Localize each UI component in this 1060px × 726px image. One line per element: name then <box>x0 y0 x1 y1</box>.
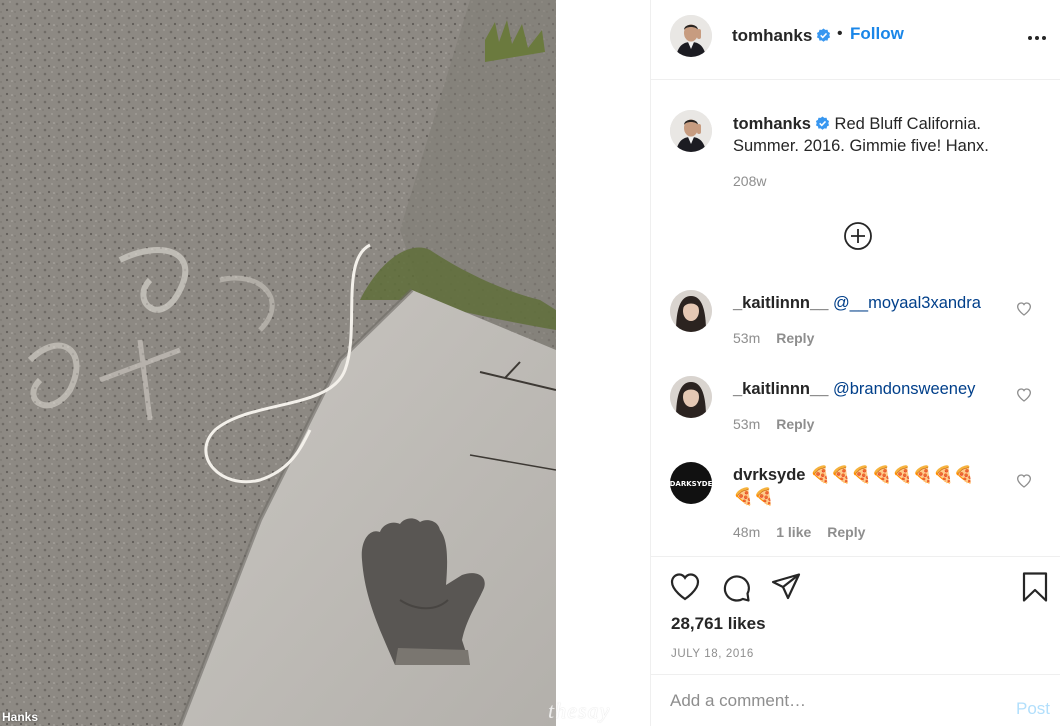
comment-mention[interactable]: @__moyaal3xandra <box>833 294 981 312</box>
comment-heart-icon[interactable] <box>1016 301 1032 317</box>
comment-time[interactable]: 53m <box>733 416 760 432</box>
glove-on-sidewalk-image <box>0 0 556 726</box>
post-photo[interactable]: Hanks <box>0 0 556 726</box>
avatar[interactable]: DARKSYDE <box>670 462 712 504</box>
likes-count[interactable]: 28,761 likes <box>671 614 766 634</box>
comment-time[interactable]: 48m <box>733 524 760 540</box>
comment-time[interactable]: 53m <box>733 330 760 346</box>
header-username-text[interactable]: tomhanks <box>732 26 812 45</box>
caption-timestamp[interactable]: 208w <box>733 173 766 189</box>
post-header: tomhanks • Follow <box>650 0 1060 80</box>
avatar[interactable] <box>670 376 712 418</box>
commenter-photo-icon <box>670 290 712 332</box>
separator-dot: • <box>837 25 843 42</box>
comment-meta: 48m 1 like Reply <box>733 524 865 540</box>
post-date: JULY 18, 2016 <box>671 648 754 660</box>
follow-button[interactable]: Follow <box>850 24 904 44</box>
comment-meta: 53m Reply <box>733 416 814 432</box>
reply-button[interactable]: Reply <box>776 416 814 432</box>
comment-mention[interactable]: @brandonsweeney <box>833 380 975 398</box>
profile-photo-icon <box>670 15 712 57</box>
comment-text: _kaitlinnn__ @__moyaal3xandra <box>733 292 993 314</box>
action-bar: 28,761 likes JULY 18, 2016 <box>650 556 1060 674</box>
comment-heart-icon[interactable] <box>1016 387 1032 403</box>
paper-plane-icon[interactable] <box>770 571 802 603</box>
avatar[interactable] <box>670 290 712 332</box>
verified-badge-icon <box>817 28 831 42</box>
comment-heart-icon[interactable] <box>1016 473 1032 489</box>
caption-text: tomhanks Red Bluff California. Summer. 2… <box>733 113 1033 157</box>
post-button[interactable]: Post <box>1016 699 1050 719</box>
ellipsis-icon[interactable] <box>1028 36 1046 40</box>
plus-circle-icon[interactable] <box>843 221 873 251</box>
profile-photo-icon <box>670 110 712 152</box>
header-username[interactable]: tomhanks <box>732 26 831 46</box>
comment-likes[interactable]: 1 like <box>776 524 811 540</box>
dvrksyde-logo-icon: DARKSYDE <box>670 462 712 504</box>
commenter-photo-icon <box>670 376 712 418</box>
comment-username[interactable]: _kaitlinnn__ <box>733 380 828 398</box>
avatar[interactable] <box>670 15 712 57</box>
comment-username[interactable]: dvrksyde <box>733 466 805 484</box>
comment-meta: 53m Reply <box>733 330 814 346</box>
avatar[interactable] <box>670 110 712 152</box>
reply-button[interactable]: Reply <box>776 330 814 346</box>
post-sidebar: tomhanks • Follow tomhanks Red Bluff Cal… <box>650 0 1060 726</box>
comment-text: _kaitlinnn__ @brandonsweeney <box>733 378 993 400</box>
comment-text: dvrksyde 🍕🍕🍕🍕🍕🍕🍕🍕🍕🍕 <box>733 464 993 508</box>
comment-bubble-icon[interactable] <box>720 571 752 603</box>
heart-icon[interactable] <box>669 571 701 603</box>
caption-username[interactable]: tomhanks <box>733 115 811 133</box>
comment-username[interactable]: _kaitlinnn__ <box>733 294 828 312</box>
watermark: thesay <box>548 698 611 723</box>
svg-text:DARKSYDE: DARKSYDE <box>670 480 712 488</box>
reply-button[interactable]: Reply <box>827 524 865 540</box>
bookmark-icon[interactable] <box>1019 571 1051 603</box>
verified-badge-icon <box>815 116 829 130</box>
photo-credit: Hanks <box>2 710 39 724</box>
comment-input[interactable] <box>670 689 990 713</box>
add-comment-bar: Post <box>650 674 1060 726</box>
